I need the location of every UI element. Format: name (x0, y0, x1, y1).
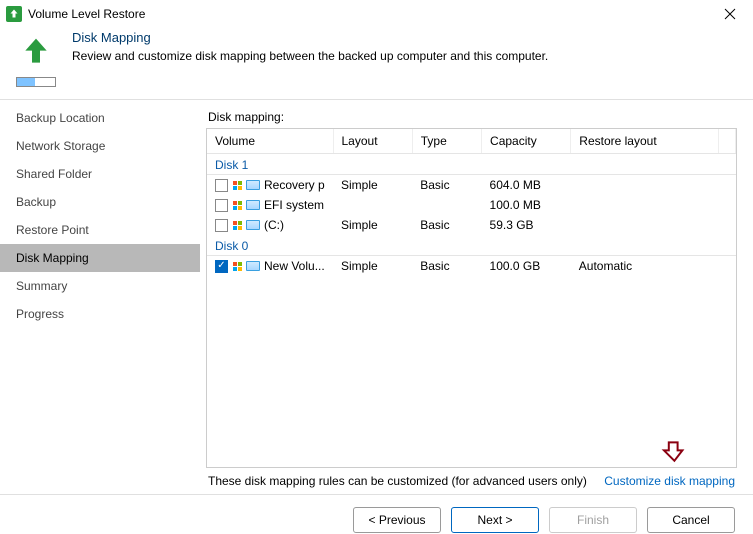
windows-icon (232, 261, 242, 271)
cell-capacity: 100.0 MB (482, 195, 571, 215)
cell-restore (571, 195, 719, 215)
next-button[interactable]: Next > (451, 507, 539, 533)
table-row[interactable]: Recovery p... SimpleBasic604.0 MB (207, 175, 736, 196)
table-row[interactable]: (C:) SimpleBasic59.3 GB (207, 215, 736, 235)
disk-group-row[interactable]: Disk 1 (207, 154, 736, 175)
cell-type: Basic (412, 256, 481, 277)
annotation-arrow (661, 440, 687, 471)
sidebar-item-restore-point[interactable]: Restore Point (0, 216, 200, 244)
cell-layout (333, 195, 412, 215)
titlebar: Volume Level Restore (0, 0, 753, 28)
disk-mapping-table: VolumeLayoutTypeCapacityRestore layout D… (206, 128, 737, 468)
column-header[interactable]: Restore layout (571, 129, 719, 154)
window-title: Volume Level Restore (28, 7, 145, 21)
customize-note: These disk mapping rules can be customiz… (208, 474, 587, 488)
page-subtitle: Review and customize disk mapping betwee… (72, 49, 548, 63)
volume-icon (246, 180, 260, 190)
table-label: Disk mapping: (208, 110, 737, 124)
cell-type: Basic (412, 215, 481, 235)
close-button[interactable] (715, 4, 745, 24)
cell-capacity: 59.3 GB (482, 215, 571, 235)
sidebar-item-network-storage[interactable]: Network Storage (0, 132, 200, 160)
column-header[interactable]: Type (412, 129, 481, 154)
page-title: Disk Mapping (72, 30, 548, 45)
cell-restore (571, 215, 719, 235)
wizard-buttons: < Previous Next > Finish Cancel (0, 494, 753, 533)
cell-type (412, 195, 481, 215)
progress-indicator (16, 77, 56, 87)
windows-icon (232, 180, 242, 190)
volume-icon (246, 200, 260, 210)
sidebar-item-summary[interactable]: Summary (0, 272, 200, 300)
table-row[interactable]: EFI system ... 100.0 MB (207, 195, 736, 215)
cell-restore: Automatic (571, 256, 719, 277)
sidebar-item-disk-mapping[interactable]: Disk Mapping (0, 244, 200, 272)
row-checkbox[interactable] (215, 199, 228, 212)
volume-icon (246, 261, 260, 271)
customize-link[interactable]: Customize disk mapping (604, 474, 735, 488)
sidebar: Backup LocationNetwork StorageShared Fol… (0, 100, 200, 488)
row-checkbox[interactable]: ✓ (215, 260, 228, 273)
column-header[interactable]: Layout (333, 129, 412, 154)
app-icon (6, 6, 22, 22)
cell-restore (571, 175, 719, 196)
column-header[interactable]: Volume (207, 129, 333, 154)
arrow-up-icon (20, 36, 52, 68)
cell-layout: Simple (333, 215, 412, 235)
table-row[interactable]: ✓ New Volu... SimpleBasic100.0 GBAutomatic (207, 256, 736, 277)
sidebar-item-backup[interactable]: Backup (0, 188, 200, 216)
volume-name: EFI system ... (264, 198, 325, 212)
row-checkbox[interactable] (215, 219, 228, 232)
sidebar-item-progress[interactable]: Progress (0, 300, 200, 328)
volume-name: New Volu... (264, 259, 325, 273)
cell-capacity: 100.0 GB (482, 256, 571, 277)
volume-name: (C:) (264, 218, 284, 232)
sidebar-item-shared-folder[interactable]: Shared Folder (0, 160, 200, 188)
volume-icon (246, 220, 260, 230)
arrow-up-icon (8, 8, 20, 20)
header-icon-block (16, 30, 56, 87)
cell-type: Basic (412, 175, 481, 196)
disk-group-row[interactable]: Disk 0 (207, 235, 736, 256)
column-header[interactable]: Capacity (482, 129, 571, 154)
windows-icon (232, 220, 242, 230)
sidebar-item-backup-location[interactable]: Backup Location (0, 104, 200, 132)
main-panel: Disk mapping: VolumeLayoutTypeCapacityRe… (200, 100, 753, 488)
windows-icon (232, 200, 242, 210)
row-checkbox[interactable] (215, 179, 228, 192)
wizard-header: Disk Mapping Review and customize disk m… (0, 28, 753, 95)
finish-button: Finish (549, 507, 637, 533)
close-icon (724, 8, 736, 20)
footer-note: These disk mapping rules can be customiz… (206, 468, 737, 488)
previous-button[interactable]: < Previous (353, 507, 441, 533)
cell-layout: Simple (333, 256, 412, 277)
cell-layout: Simple (333, 175, 412, 196)
cancel-button[interactable]: Cancel (647, 507, 735, 533)
cell-capacity: 604.0 MB (482, 175, 571, 196)
volume-name: Recovery p... (264, 178, 325, 192)
